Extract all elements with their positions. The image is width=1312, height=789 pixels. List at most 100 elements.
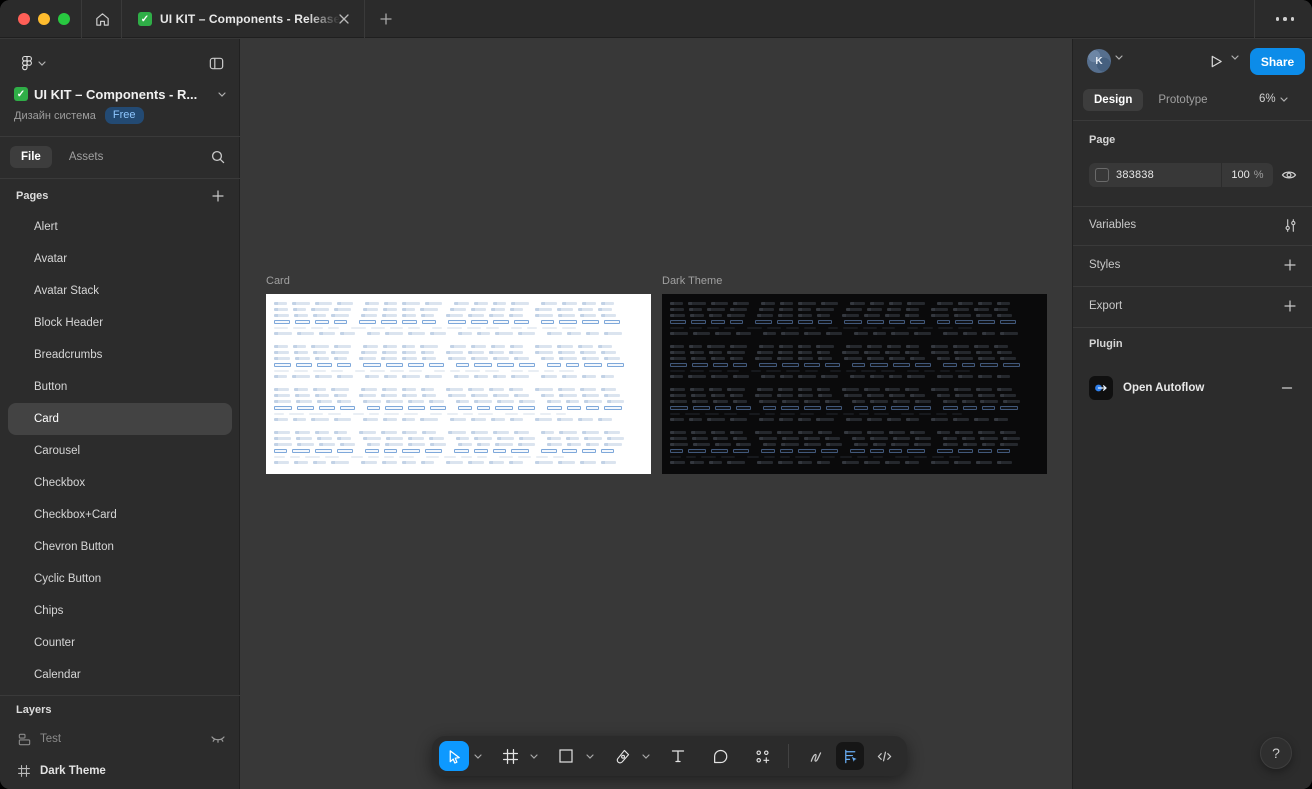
- share-button[interactable]: Share: [1250, 48, 1305, 75]
- page-opacity-control[interactable]: 100 %: [1221, 163, 1273, 187]
- shape-tool-dropdown[interactable]: [583, 741, 597, 771]
- page-item-card[interactable]: Card: [8, 403, 232, 435]
- layer-item-test[interactable]: Test: [0, 723, 240, 755]
- frame-dark-theme[interactable]: [662, 294, 1047, 474]
- cursor-icon: [446, 748, 463, 765]
- tab-design[interactable]: Design: [1083, 89, 1144, 111]
- home-icon: [94, 11, 111, 28]
- divider: [0, 695, 240, 696]
- eye-off-icon[interactable]: [210, 731, 226, 747]
- page-item-breadcrumbs[interactable]: Breadcrumbs: [8, 339, 232, 371]
- zoom-window-button[interactable]: [58, 13, 70, 25]
- dev-mode-button[interactable]: [870, 742, 898, 770]
- frame-icon: [16, 763, 32, 779]
- tab-close-button[interactable]: [334, 9, 354, 29]
- pages-list: Alert Avatar Avatar Stack Block Header Bread…: [0, 211, 240, 691]
- search-button[interactable]: [206, 145, 230, 169]
- page-item-button[interactable]: Button: [8, 371, 232, 403]
- file-title-row[interactable]: ✓ UI KIT – Components - R...: [14, 85, 226, 103]
- divider: [0, 178, 240, 179]
- minimize-window-button[interactable]: [38, 13, 50, 25]
- eye-icon: [1281, 167, 1297, 183]
- layer-item-dark-theme[interactable]: Dark Theme: [0, 755, 240, 787]
- remove-plugin-button[interactable]: [1277, 378, 1297, 398]
- app-window: ✓ UI KIT – Components - Release - ✓ UI K…: [0, 0, 1312, 789]
- page-item-checkbox-card[interactable]: Checkbox+Card: [8, 499, 232, 531]
- checkmark-badge-icon: ✓: [14, 87, 28, 101]
- overflow-menu-button[interactable]: [1266, 8, 1304, 30]
- variables-section-label[interactable]: Variables: [1089, 219, 1136, 231]
- shape-tool-button[interactable]: [551, 741, 581, 771]
- page-opacity-unit: %: [1253, 169, 1264, 181]
- page-item-carousel[interactable]: Carousel: [8, 435, 232, 467]
- chevron-down-icon[interactable]: [218, 91, 226, 97]
- tab-file[interactable]: File: [10, 146, 52, 168]
- pen-tool-button[interactable]: [607, 741, 637, 771]
- canvas[interactable]: Card Dark Theme: [241, 39, 1071, 789]
- present-button[interactable]: [1203, 48, 1229, 74]
- frame-tool-button[interactable]: [495, 741, 525, 771]
- layer-label: Dark Theme: [40, 765, 106, 777]
- close-window-button[interactable]: [18, 13, 30, 25]
- draw-mode-button[interactable]: [802, 742, 830, 770]
- text-tool-button[interactable]: [663, 741, 693, 771]
- autoflow-icon: [1089, 376, 1113, 400]
- frame-card[interactable]: [266, 294, 651, 474]
- page-item-alert[interactable]: Alert: [8, 211, 232, 243]
- code-icon: [876, 748, 893, 765]
- add-export-button[interactable]: [1281, 297, 1299, 315]
- color-swatch[interactable]: [1095, 168, 1109, 182]
- play-icon: [1209, 54, 1224, 69]
- page-item-avatar-stack[interactable]: Avatar Stack: [8, 275, 232, 307]
- chevron-down-icon[interactable]: [1231, 55, 1239, 60]
- avatar[interactable]: K: [1087, 49, 1111, 73]
- search-icon: [210, 149, 226, 165]
- help-button[interactable]: ?: [1260, 737, 1292, 769]
- page-item-chevron-button[interactable]: Chevron Button: [8, 531, 232, 563]
- page-item-counter[interactable]: Counter: [8, 627, 232, 659]
- titlebar-divider: [1254, 0, 1255, 38]
- file-tab[interactable]: ✓ UI KIT – Components - Release -: [138, 0, 340, 38]
- page-item-cyclic-button[interactable]: Cyclic Button: [8, 563, 232, 595]
- page-visibility-button[interactable]: [1281, 167, 1297, 183]
- main-menu-button[interactable]: [12, 51, 52, 75]
- checkmark-badge-icon: ✓: [138, 12, 152, 26]
- zoom-level-control[interactable]: 6%: [1259, 93, 1288, 105]
- page-item-chips[interactable]: Chips: [8, 595, 232, 627]
- new-tab-button[interactable]: [374, 7, 398, 31]
- move-tool-button[interactable]: [439, 741, 469, 771]
- divider: [1073, 245, 1312, 246]
- chevron-down-icon[interactable]: [1115, 55, 1123, 60]
- toggle-sidebar-button[interactable]: [204, 51, 228, 75]
- comment-tool-button[interactable]: [705, 741, 735, 771]
- styles-section-label[interactable]: Styles: [1089, 259, 1120, 271]
- export-section-label[interactable]: Export: [1089, 300, 1122, 312]
- add-style-button[interactable]: [1281, 256, 1299, 274]
- frame-label-dark-theme[interactable]: Dark Theme: [662, 275, 722, 287]
- annotate-mode-button[interactable]: [836, 742, 864, 770]
- page-color-control[interactable]: 383838 100 %: [1089, 163, 1273, 187]
- plus-icon: [1283, 299, 1297, 313]
- divider: [0, 136, 240, 137]
- add-page-button[interactable]: [206, 184, 230, 208]
- page-item-checkbox[interactable]: Checkbox: [8, 467, 232, 499]
- pen-tool-dropdown[interactable]: [639, 741, 653, 771]
- frame-label-card[interactable]: Card: [266, 275, 290, 287]
- move-tool-dropdown[interactable]: [471, 741, 485, 771]
- page-color-hex[interactable]: 383838: [1116, 169, 1221, 181]
- variables-icon: [1283, 218, 1298, 233]
- plugin-row[interactable]: Open Autoflow: [1073, 368, 1312, 408]
- plus-icon: [379, 12, 393, 26]
- page-item-avatar[interactable]: Avatar: [8, 243, 232, 275]
- divider: [1073, 286, 1312, 287]
- home-button[interactable]: [88, 5, 116, 33]
- window-titlebar: ✓ UI KIT – Components - Release -: [0, 0, 1312, 38]
- variables-button[interactable]: [1281, 216, 1299, 234]
- actions-tool-button[interactable]: [747, 741, 777, 771]
- tab-prototype[interactable]: Prototype: [1147, 89, 1218, 111]
- page-item-calendar[interactable]: Calendar: [8, 659, 232, 691]
- chevron-down-icon: [37, 60, 46, 66]
- tab-assets[interactable]: Assets: [58, 146, 115, 168]
- frame-tool-dropdown[interactable]: [527, 741, 541, 771]
- page-item-block-header[interactable]: Block Header: [8, 307, 232, 339]
